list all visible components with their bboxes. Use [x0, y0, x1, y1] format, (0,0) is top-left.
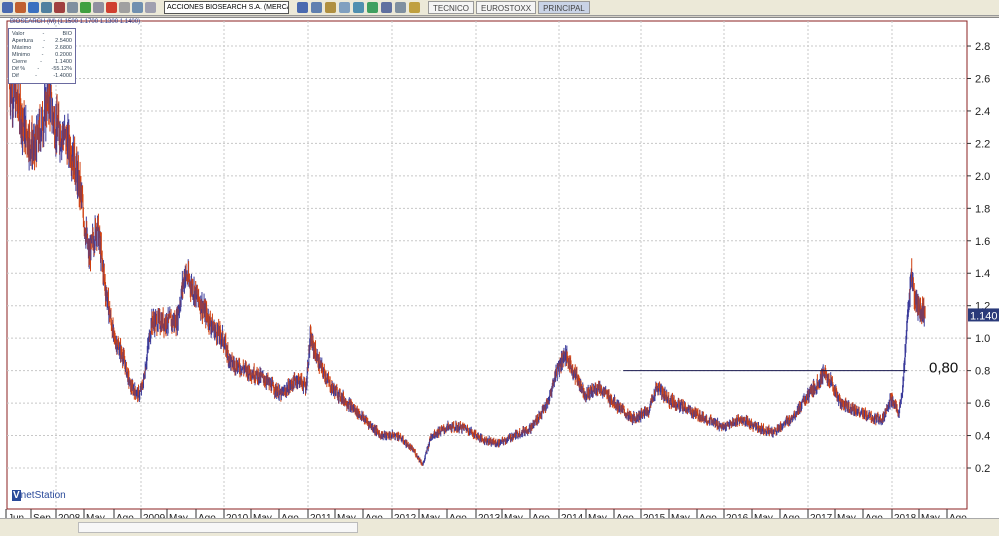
info-row: Mínimo - 0.2000 [12, 52, 72, 59]
tab-eurostoxx[interactable]: EUROSTOXX [476, 1, 537, 14]
y-tick-label: 2.4 [975, 106, 990, 118]
toolbar-icon[interactable] [395, 2, 406, 13]
horizontal-scrollbar[interactable] [0, 518, 999, 536]
toolbar-icon[interactable] [339, 2, 350, 13]
info-box: Valor - BIO Apertura -2.5400 Máximo -2.6800 Mín… [8, 28, 76, 84]
toolbar-icon[interactable] [2, 2, 13, 13]
info-row: Apertura - 2.5400 [12, 38, 72, 45]
info-row: Dif % - -55.12% [12, 66, 72, 73]
toolbar-icon[interactable] [106, 2, 117, 13]
toolbar-icons [2, 2, 156, 13]
toolbar-icon[interactable] [93, 2, 104, 13]
info-cell: - [37, 66, 40, 72]
y-tick-label: 2.8 [975, 41, 990, 53]
chart-title: BIOSEARCH (M) (1.1500 1.1700 1.1300 1.14… [10, 19, 141, 25]
toolbar-icon[interactable] [297, 2, 308, 13]
y-tick-label: 1.0 [975, 333, 990, 345]
toolbar-icon[interactable] [15, 2, 26, 13]
last-price-label: 1.140 [970, 310, 998, 322]
symbol-input[interactable]: ACCIONES BIOSEARCH S.A. (MERCADO CO [164, 1, 289, 14]
info-cell: Dif [12, 73, 19, 79]
info-cell: Dif % [12, 66, 26, 72]
info-cell: 1.1400 [55, 59, 72, 65]
toolbar-icons-2 [297, 2, 420, 13]
info-cell: - [42, 31, 45, 37]
info-cell: Máximo [12, 45, 32, 51]
netstation-logo: VnetStation [12, 490, 66, 501]
toolbar-icon[interactable] [119, 2, 130, 13]
toolbar-icon[interactable] [409, 2, 420, 13]
toolbar-icon[interactable] [325, 2, 336, 13]
support-line-label: 0,80 [929, 360, 958, 377]
toolbar-icon[interactable] [353, 2, 364, 13]
logo-text: netStation [20, 490, 66, 501]
y-tick-label: 0.2 [975, 463, 990, 475]
toolbar-icon[interactable] [145, 2, 156, 13]
info-cell: - [35, 73, 37, 79]
toolbar-icon[interactable] [367, 2, 378, 13]
info-cell: -1.4000 [53, 73, 72, 79]
toolbar-icon[interactable] [28, 2, 39, 13]
info-cell: Valor [12, 31, 25, 37]
info-cell: - [40, 59, 42, 65]
toolbar-icon[interactable] [54, 2, 65, 13]
y-tick-label: 0.6 [975, 398, 990, 410]
toolbar-icon[interactable] [41, 2, 52, 13]
toolbar-icon[interactable] [311, 2, 322, 13]
y-tick-label: 2.6 [975, 73, 990, 85]
toolbar: ACCIONES BIOSEARCH S.A. (MERCADO CO TECN… [0, 0, 999, 16]
info-cell: 0.2000 [55, 52, 72, 58]
info-cell: - [43, 38, 46, 44]
y-tick-label: 1.8 [975, 203, 990, 215]
info-cell: BIO [62, 31, 72, 37]
info-row: Máximo - 2.6800 [12, 45, 72, 52]
info-cell: Mínimo [12, 52, 31, 58]
info-row: Cierre - 1.1400 [12, 59, 72, 66]
info-cell: 2.5400 [55, 38, 72, 44]
toolbar-icon[interactable] [381, 2, 392, 13]
toolbar-icon[interactable] [80, 2, 91, 13]
info-row: Valor - BIO [12, 31, 72, 38]
tab-tecnico[interactable]: TECNICO [428, 1, 474, 14]
info-cell: - [41, 52, 44, 58]
y-tick-label: 0.8 [975, 366, 990, 378]
info-cell: Apertura [12, 38, 34, 44]
toolbar-icon[interactable] [132, 2, 143, 13]
y-tick-label: 0.4 [975, 431, 990, 443]
y-tick-label: 1.6 [975, 236, 990, 248]
price-chart[interactable]: 0.20.40.60.81.01.21.41.61.82.02.22.42.62… [0, 18, 999, 536]
info-cell: - [42, 45, 45, 51]
info-cell: -55.12% [51, 66, 72, 72]
info-cell: Cierre [12, 59, 27, 65]
scroll-thumb[interactable] [78, 522, 358, 533]
toolbar-icon[interactable] [67, 2, 78, 13]
info-cell: 2.6800 [55, 45, 72, 51]
tab-principal[interactable]: PRINCIPAL [538, 1, 590, 14]
y-tick-label: 2.2 [975, 138, 990, 150]
info-row: Dif - -1.4000 [12, 73, 72, 80]
y-tick-label: 1.4 [975, 268, 990, 280]
chart-window: 0.2 0.4 0.6 0.8 1.0 1.2 1.4 1.6 1.8 2.0 2.2 2.4 2.6 2… [0, 17, 999, 536]
y-tick-label: 2.0 [975, 171, 990, 183]
